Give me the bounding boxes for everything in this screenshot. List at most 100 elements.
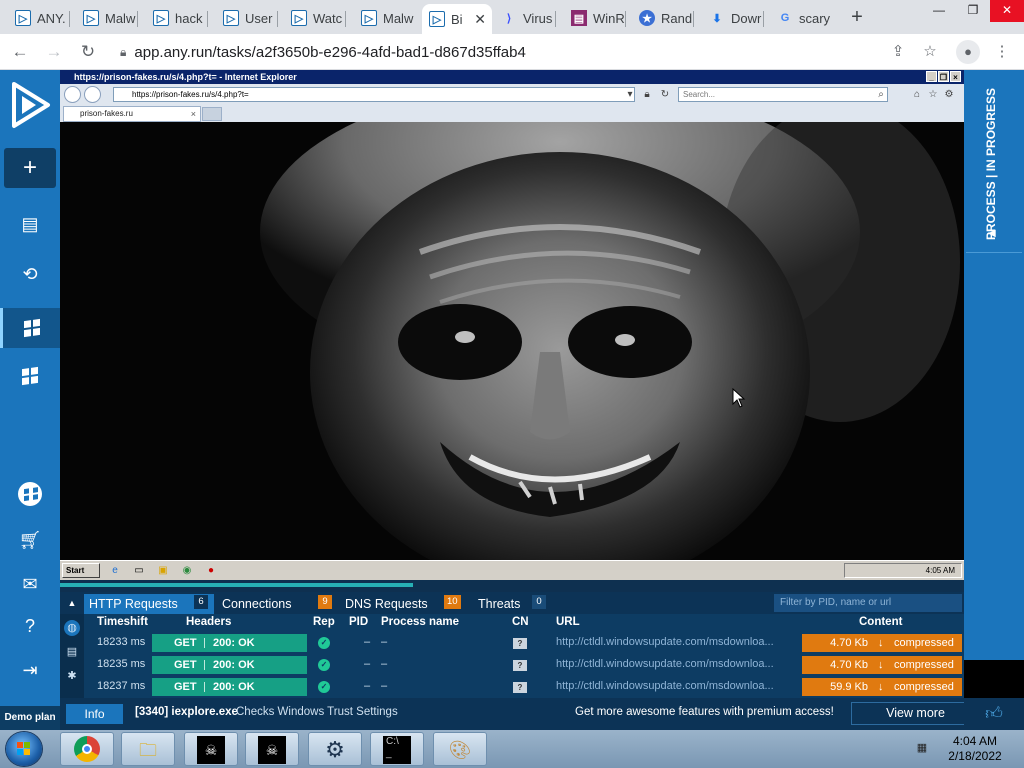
logout-icon[interactable]: ⇥ xyxy=(0,650,60,690)
taskbar-chrome[interactable] xyxy=(60,732,114,766)
browser-tab[interactable]: ▷ ANY. xyxy=(8,4,70,32)
browser-tab[interactable]: ⬇ Dowr xyxy=(702,4,764,32)
browser-tab[interactable]: ⟩ Virus xyxy=(494,4,556,32)
request-headers-badge[interactable]: GET 200: OK xyxy=(152,678,307,696)
address-bar[interactable]: 🔒︎ app.any.run/tasks/a2f3650b-e296-4afd-… xyxy=(110,38,950,66)
new-task-button[interactable]: + xyxy=(4,148,56,188)
profile-avatar-icon[interactable]: ● xyxy=(956,40,980,64)
tab-dns-requests[interactable]: DNS Requests xyxy=(340,594,428,614)
page-image-scary-face[interactable] xyxy=(60,82,964,592)
taskbar-explorer[interactable]: 🗀 xyxy=(121,732,175,766)
ie-restore-button[interactable]: ❐ xyxy=(938,71,949,82)
process-status-strip[interactable]: PROCESS | IN PROGRESS ◀ xyxy=(964,70,1024,660)
globe-icon[interactable]: ◍ xyxy=(64,620,80,636)
info-button[interactable]: Info xyxy=(66,704,123,724)
browser-tab[interactable]: ▷ User xyxy=(216,4,278,32)
col-rep[interactable]: Rep xyxy=(313,616,335,628)
taskbar-clock[interactable]: 4:04 AM 2/18/2022 xyxy=(935,734,1015,764)
row-url[interactable]: http://ctldl.windowsupdate.com/msdownloa… xyxy=(556,680,774,692)
ie-back-icon[interactable] xyxy=(64,86,81,103)
forward-icon[interactable]: → xyxy=(42,40,66,64)
col-cn[interactable]: CN xyxy=(512,616,529,628)
request-headers-badge[interactable]: GET 200: OK xyxy=(152,656,307,674)
ie-search-box[interactable]: Search... xyxy=(678,87,888,102)
folder-quicklaunch-icon[interactable]: ▣ xyxy=(156,564,170,577)
xp-start-button[interactable]: Start xyxy=(62,563,100,578)
col-process-name[interactable]: Process name xyxy=(381,616,459,628)
taskbar-app-1[interactable]: ☠ xyxy=(184,732,238,766)
windows-start-orb[interactable] xyxy=(6,732,42,766)
network-tray-icon[interactable]: ▦ xyxy=(914,741,930,755)
mail-icon[interactable]: ✉ xyxy=(0,564,60,604)
table-row[interactable]: 18233 ms GET 200: OK ✓ – – ? http://ctldl… xyxy=(84,633,964,653)
ie-favorites-icon[interactable]: ☆ xyxy=(926,87,940,102)
reports-icon[interactable]: ▤ xyxy=(0,204,60,244)
ie-new-tab-button[interactable] xyxy=(202,107,222,121)
reload-icon[interactable]: ↻ xyxy=(76,40,100,64)
tab-threats[interactable]: Threats xyxy=(473,594,520,614)
ie-forward-icon[interactable] xyxy=(84,86,101,103)
tab-connections[interactable]: Connections xyxy=(217,594,292,614)
browser-tab[interactable]: ★ Rand xyxy=(632,4,694,32)
bug-icon[interactable]: ✱ xyxy=(64,668,80,684)
request-headers-badge[interactable]: GET 200: OK xyxy=(152,634,307,652)
anyrun-logo-icon[interactable] xyxy=(8,80,52,130)
ie-tab-close-icon[interactable]: × xyxy=(191,107,196,121)
browser-tab[interactable]: Gscary xyxy=(770,4,832,32)
ie-tools-icon[interactable]: ⚙ xyxy=(942,87,956,102)
info-process[interactable]: [3340] iexplore.exe xyxy=(135,706,238,718)
table-row[interactable]: 18235 ms GET 200: OK ✓ – – ? http://ctldl… xyxy=(84,655,964,675)
minimize-button[interactable]: — xyxy=(922,0,956,22)
browser-tab[interactable]: ▷ Malw xyxy=(354,4,416,32)
ie-refresh-icon[interactable]: ↻ xyxy=(658,87,672,102)
chrome-quicklaunch-icon[interactable]: ◉ xyxy=(180,564,194,577)
col-timeshift[interactable]: Timeshift xyxy=(97,616,148,628)
taskbar-cmd[interactable]: C:\ _ xyxy=(370,732,424,766)
ie-quicklaunch-icon[interactable]: e xyxy=(108,564,122,577)
close-tab-icon[interactable]: ✕ xyxy=(474,11,486,28)
desktop-quicklaunch-icon[interactable]: ▭ xyxy=(132,564,146,577)
thumbs-up-icon[interactable]: 👍︎ xyxy=(964,698,1024,730)
content-badge[interactable]: 4.70 Kb ↓ compressed xyxy=(802,634,962,652)
browser-tab[interactable]: ▤ WinR xyxy=(564,4,626,32)
bookmark-star-icon[interactable]: ☆ xyxy=(918,40,942,64)
ie-minimize-button[interactable]: _ xyxy=(926,71,937,82)
table-row[interactable]: 18237 ms GET 200: OK ✓ – – ? http://ctldl… xyxy=(84,677,964,697)
row-url[interactable]: http://ctldl.windowsupdate.com/msdownloa… xyxy=(556,658,774,670)
file-icon[interactable]: ▤ xyxy=(64,644,80,660)
share-icon[interactable]: ⇪ xyxy=(886,40,910,64)
windows-os-icon[interactable] xyxy=(0,474,60,514)
row-url[interactable]: http://ctldl.windowsupdate.com/msdownloa… xyxy=(556,636,774,648)
ie-home-icon[interactable]: ⌂ xyxy=(910,87,924,102)
new-tab-button[interactable]: + xyxy=(846,6,868,28)
ie-address-bar[interactable]: https://prison-fakes.ru/s/4.php?t= xyxy=(113,87,635,102)
restore-button[interactable]: ❐ xyxy=(956,0,990,22)
menu-kebab-icon[interactable]: ⋮ xyxy=(990,40,1014,64)
opera-quicklaunch-icon[interactable]: ● xyxy=(204,564,218,577)
col-content[interactable]: Content xyxy=(859,616,902,628)
col-url[interactable]: URL xyxy=(556,616,580,628)
taskbar-app-2[interactable]: ☠ xyxy=(245,732,299,766)
ie-close-button[interactable]: × xyxy=(950,71,961,82)
taskbar-paint[interactable]: 🎨︎ xyxy=(433,732,487,766)
windows-public-icon[interactable] xyxy=(0,356,60,396)
browser-tab[interactable]: ▷ Malw xyxy=(76,4,138,32)
view-more-button[interactable]: View more xyxy=(851,702,980,725)
cart-icon[interactable]: 🛒︎ xyxy=(0,520,60,560)
content-badge[interactable]: 4.70 Kb ↓ compressed xyxy=(802,656,962,674)
col-headers[interactable]: Headers xyxy=(186,616,231,628)
taskbar-settings[interactable]: ⚙ xyxy=(308,732,362,766)
vm-screen[interactable]: https://prison-fakes.ru/s/4.php?t= - Int… xyxy=(60,70,964,592)
windows-task-icon[interactable] xyxy=(0,308,60,348)
browser-tab-active[interactable]: ▷ Bi ✕ xyxy=(422,4,492,34)
ie-dropdown-icon[interactable]: ▾ xyxy=(623,87,637,102)
back-icon[interactable]: ← xyxy=(8,40,32,64)
filter-input[interactable]: Filter by PID, name or url xyxy=(774,594,962,612)
col-pid[interactable]: PID xyxy=(349,616,368,628)
collapse-panel-icon[interactable]: ▲ xyxy=(60,592,84,614)
close-window-button[interactable]: ✕ xyxy=(990,0,1024,22)
ie-search-icon[interactable]: ⌕ xyxy=(874,87,888,102)
content-badge[interactable]: 59.9 Kb ↓ compressed xyxy=(802,678,962,696)
browser-tab[interactable]: ▷ Watc xyxy=(284,4,346,32)
help-icon[interactable]: ? xyxy=(0,606,60,646)
